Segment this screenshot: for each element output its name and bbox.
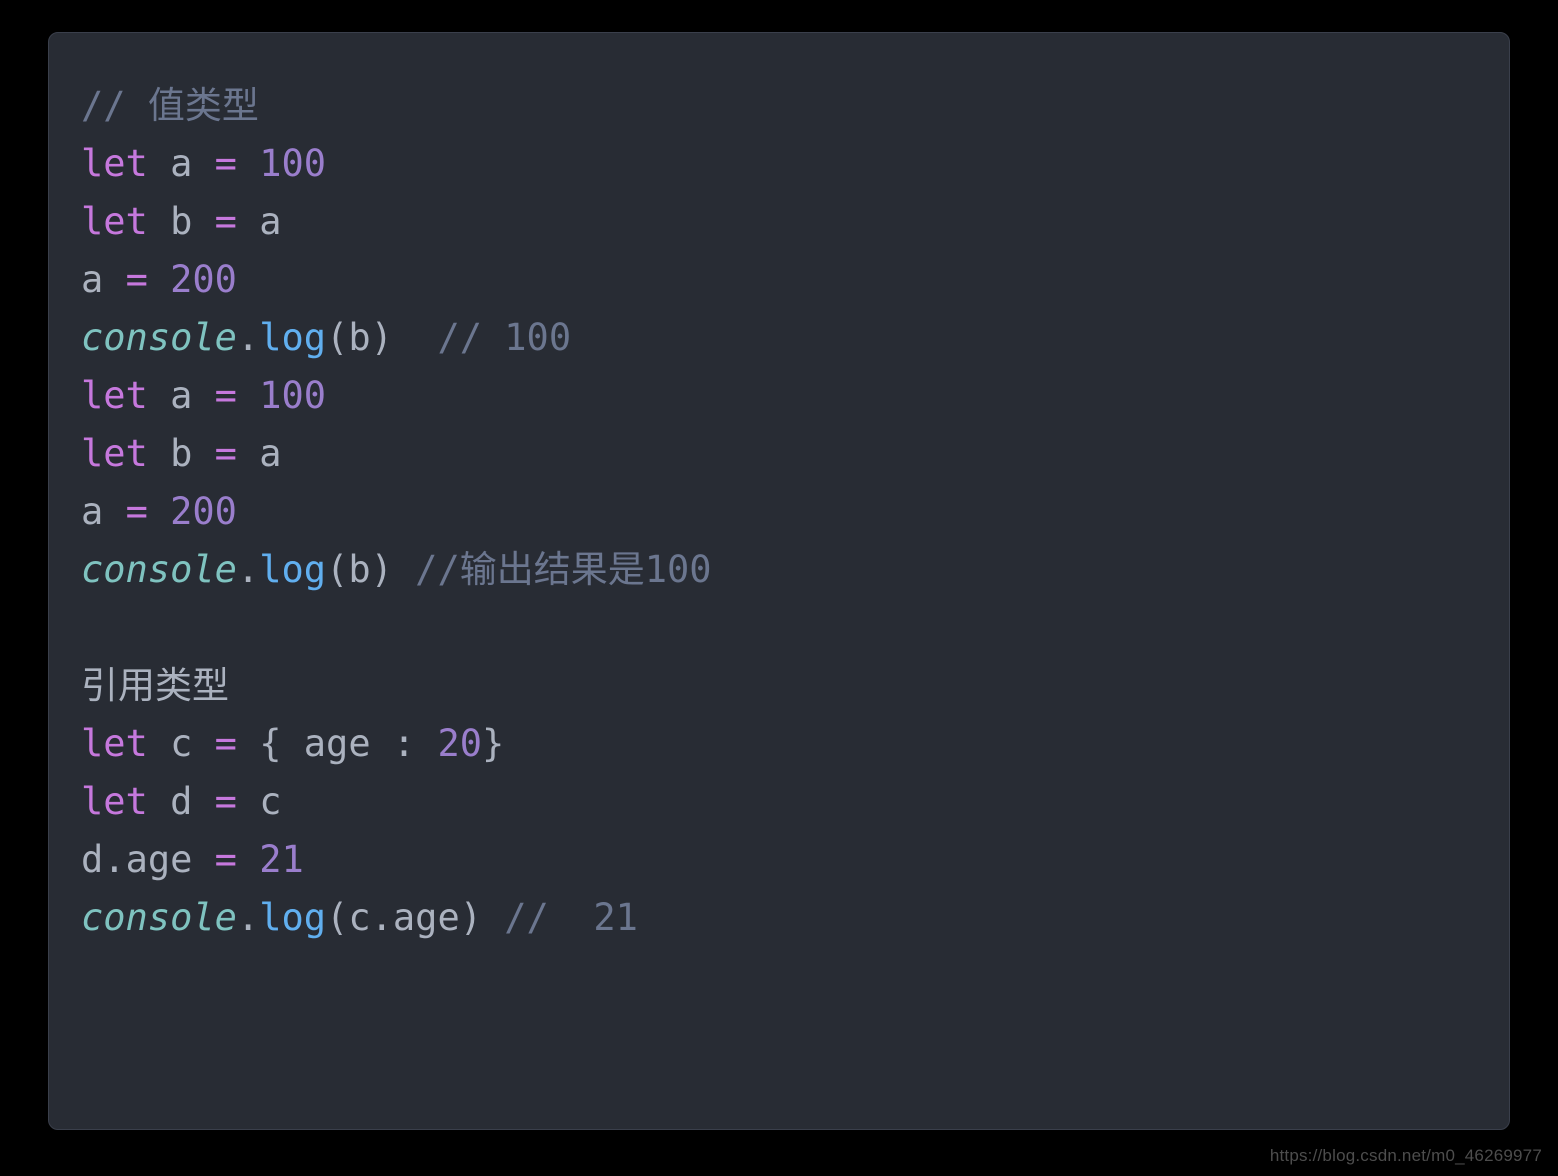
watermark: https://blog.csdn.net/m0_46269977 [1270,1146,1542,1166]
code-number: 100 [259,374,326,417]
code-comment: // 100 [437,316,571,359]
code-operator: = [215,200,260,243]
code-method: log [259,316,326,359]
code-text: 引用类型 [81,664,229,707]
code-operator: = [126,490,171,533]
code-method: log [259,896,326,939]
code-card: // 值类型 let a = 100 let b = a a = 200 con… [48,32,1510,1130]
code-console: console [81,316,237,359]
code-console: console [81,548,237,591]
code-number: 20 [437,722,482,765]
code-operator: = [215,838,260,881]
code-punct: ( [326,896,348,939]
code-var: c [259,780,281,823]
code-var: d [148,780,215,823]
code-operator: = [215,432,260,475]
code-prop: age [393,896,460,939]
code-punct: ( [326,548,348,591]
code-prop: age [126,838,215,881]
code-number: 200 [170,490,237,533]
code-punct: . [371,896,393,939]
code-keyword: let [81,200,148,243]
code-var: a [148,374,215,417]
code-var: c [148,722,215,765]
code-operator: = [215,374,260,417]
code-operator: = [215,142,260,185]
code-arg: c [348,896,370,939]
code-number: 100 [259,142,326,185]
code-punct: . [237,316,259,359]
code-comment: // 值类型 [81,84,259,127]
code-punct: { [259,722,304,765]
code-key: age [304,722,393,765]
code-punct: ) [371,316,438,359]
code-keyword: let [81,432,148,475]
code-keyword: let [81,780,148,823]
code-operator: = [126,258,171,301]
code-punct: . [237,548,259,591]
code-block: // 值类型 let a = 100 let b = a a = 200 con… [81,77,1477,947]
code-var: d [81,838,103,881]
code-var: a [81,258,126,301]
code-number: 200 [170,258,237,301]
code-keyword: let [81,142,148,185]
code-number: 21 [259,838,304,881]
code-var: a [259,432,281,475]
code-comment: // 21 [504,896,638,939]
code-keyword: let [81,722,148,765]
code-operator: = [215,722,260,765]
code-console: console [81,896,237,939]
code-punct: . [237,896,259,939]
code-method: log [259,548,326,591]
code-arg: b [348,548,370,591]
code-punct: : [393,722,438,765]
code-arg: b [348,316,370,359]
code-var: a [148,142,215,185]
code-operator: = [215,780,260,823]
code-var: a [81,490,126,533]
code-punct: ) [371,548,416,591]
code-comment: //输出结果是100 [415,548,711,591]
code-punct: ( [326,316,348,359]
code-keyword: let [81,374,148,417]
code-punct: ) [460,896,505,939]
code-var: b [148,432,215,475]
code-var: b [148,200,215,243]
code-punct: . [103,838,125,881]
code-punct: } [482,722,504,765]
code-var: a [259,200,281,243]
